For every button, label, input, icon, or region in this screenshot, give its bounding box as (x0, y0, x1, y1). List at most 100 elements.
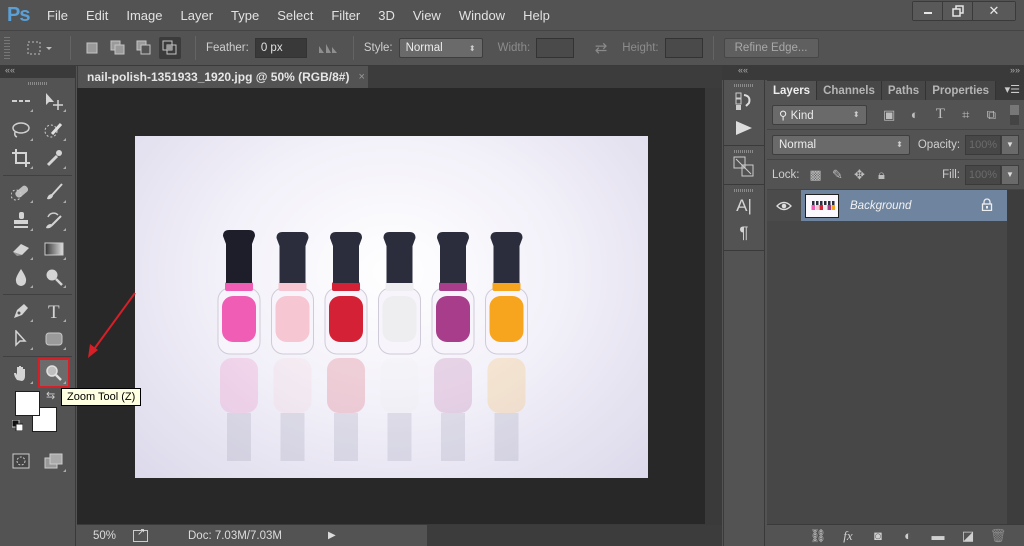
subtract-from-selection-button[interactable] (133, 37, 155, 59)
export-icon[interactable] (133, 527, 148, 542)
feather-input[interactable]: 0 px (254, 38, 307, 58)
character-panel-button[interactable]: A| (724, 192, 764, 219)
crop-tool[interactable] (7, 145, 35, 171)
paragraph-panel-button[interactable]: ¶ (724, 219, 764, 246)
lasso-tool[interactable] (7, 117, 35, 143)
hand-tool[interactable] (7, 360, 35, 386)
link-layers-icon[interactable]: ⛓ (803, 528, 833, 544)
quick-selection-tool[interactable] (40, 117, 68, 143)
add-mask-icon[interactable]: ◙ (863, 528, 893, 543)
status-menu-arrow-icon[interactable]: ▶ (328, 530, 336, 541)
menu-edit[interactable]: Edit (86, 8, 108, 23)
new-selection-button[interactable] (81, 37, 103, 59)
blur-tool[interactable] (7, 264, 35, 290)
rectangle-tool[interactable] (40, 326, 68, 352)
new-group-folder-icon[interactable]: ▬ (923, 528, 953, 543)
close-document-icon[interactable]: × (358, 71, 364, 83)
filter-toggle[interactable] (1010, 104, 1019, 125)
lock-transparent-pixels-icon[interactable]: ▩ (805, 167, 827, 183)
fill-input[interactable]: 100% (965, 164, 1001, 185)
actions-panel-button[interactable] (724, 114, 764, 141)
menu-3d[interactable]: 3D (378, 8, 395, 23)
path-selection-tool[interactable] (7, 326, 35, 352)
refine-edge-button[interactable]: Refine Edge... (723, 38, 819, 58)
eyedropper-tool[interactable] (40, 145, 68, 171)
tab-channels[interactable]: Channels (817, 81, 882, 100)
menu-filter[interactable]: Filter (331, 8, 360, 23)
document-tab[interactable]: nail-polish-1351933_1920.jpg @ 50% (RGB/… (78, 66, 368, 88)
fill-dropdown-button[interactable]: ▼ (1001, 164, 1019, 185)
options-bar-grip[interactable] (4, 37, 10, 59)
quick-mask-mode-button[interactable] (7, 448, 35, 474)
toolbar-grip[interactable] (27, 82, 48, 85)
add-to-selection-button[interactable] (107, 37, 129, 59)
brush-tool[interactable] (40, 179, 68, 205)
close-button[interactable]: ✕ (973, 2, 1015, 20)
menu-file[interactable]: File (47, 8, 68, 23)
menu-view[interactable]: View (413, 8, 441, 23)
lock-image-pixels-icon[interactable]: ✎ (827, 167, 849, 183)
intersect-with-selection-button[interactable] (159, 37, 181, 59)
layer-name[interactable]: Background (850, 200, 981, 212)
gradient-tool[interactable] (40, 236, 68, 262)
tab-properties[interactable]: Properties (926, 81, 997, 100)
delete-layer-trash-icon[interactable]: 🗑︎ (983, 528, 1013, 544)
menu-image[interactable]: Image (126, 8, 162, 23)
filter-pixel-layer-icon[interactable]: ▣ (876, 107, 902, 123)
filter-type-layer-icon[interactable]: T (928, 106, 954, 123)
opacity-input[interactable]: 100% (965, 134, 1002, 155)
opacity-dropdown-button[interactable]: ▼ (1001, 134, 1019, 155)
style-select[interactable]: Normal ⬍ (398, 38, 483, 58)
menu-layer[interactable]: Layer (181, 8, 214, 23)
restore-button[interactable] (943, 2, 973, 20)
foreground-color-swatch[interactable] (15, 391, 40, 416)
filter-shape-layer-icon[interactable]: ⌗ (953, 107, 979, 123)
canvas-vertical-scrollbar[interactable] (705, 88, 722, 524)
move-tool[interactable] (40, 88, 68, 114)
history-brush-tool[interactable] (40, 207, 68, 233)
height-input[interactable] (664, 38, 703, 58)
type-tool[interactable]: T (40, 298, 68, 324)
width-input[interactable] (536, 38, 575, 58)
new-layer-icon[interactable]: ◪ (953, 528, 983, 544)
clone-source-panel-button[interactable] (724, 153, 764, 180)
minimize-button[interactable] (913, 2, 943, 20)
fx-icon[interactable]: fx (833, 528, 863, 544)
history-panel-button[interactable] (724, 87, 764, 114)
rectangular-marquee-tool[interactable] (7, 88, 35, 114)
canvas-area[interactable] (77, 88, 705, 524)
default-colors-icon[interactable] (12, 420, 23, 431)
spot-healing-brush-tool[interactable] (7, 179, 35, 205)
adjustment-layer-icon[interactable]: ◐ (893, 528, 923, 543)
menu-window[interactable]: Window (459, 8, 505, 23)
zoom-tool[interactable] (38, 357, 71, 388)
filter-smart-object-icon[interactable]: ⧉ (979, 107, 1005, 123)
pen-tool[interactable] (7, 298, 35, 324)
clone-stamp-tool[interactable] (7, 207, 35, 233)
tab-layers[interactable]: Layers (767, 81, 818, 100)
swap-width-height-button[interactable]: ⇄ (590, 37, 612, 59)
menu-help[interactable]: Help (523, 8, 550, 23)
menu-type[interactable]: Type (231, 8, 259, 23)
zoom-level-field[interactable]: 50% (93, 530, 129, 542)
swap-colors-icon[interactable]: ⇆ (46, 389, 55, 402)
menu-select[interactable]: Select (277, 8, 313, 23)
dodge-tool[interactable] (40, 264, 68, 290)
expand-dock-icon[interactable]: »» (1010, 65, 1020, 75)
collapse-dock-icon[interactable]: «« (738, 65, 748, 75)
horizontal-scrollbar[interactable] (427, 525, 722, 546)
layer-visibility-toggle[interactable] (767, 190, 801, 221)
blend-mode-select[interactable]: Normal ⬍ (772, 134, 910, 155)
anti-alias-toggle[interactable] (317, 37, 339, 59)
layer-background[interactable]: Background (801, 190, 1007, 221)
lock-position-icon[interactable]: ✥ (849, 167, 871, 183)
screen-mode-button[interactable] (40, 448, 68, 474)
panel-menu-icon[interactable]: ▾☰ (1005, 83, 1020, 96)
filter-adjustment-layer-icon[interactable]: ◐ (902, 107, 928, 122)
filter-kind-select[interactable]: ⚲ Kind ⬍ (772, 104, 867, 125)
layers-scrollbar[interactable] (1007, 190, 1024, 525)
tool-preset-picker[interactable] (24, 37, 56, 59)
collapse-toolbar-icon[interactable]: «« (5, 65, 15, 75)
eraser-tool[interactable] (7, 236, 35, 262)
tab-paths[interactable]: Paths (881, 81, 927, 100)
